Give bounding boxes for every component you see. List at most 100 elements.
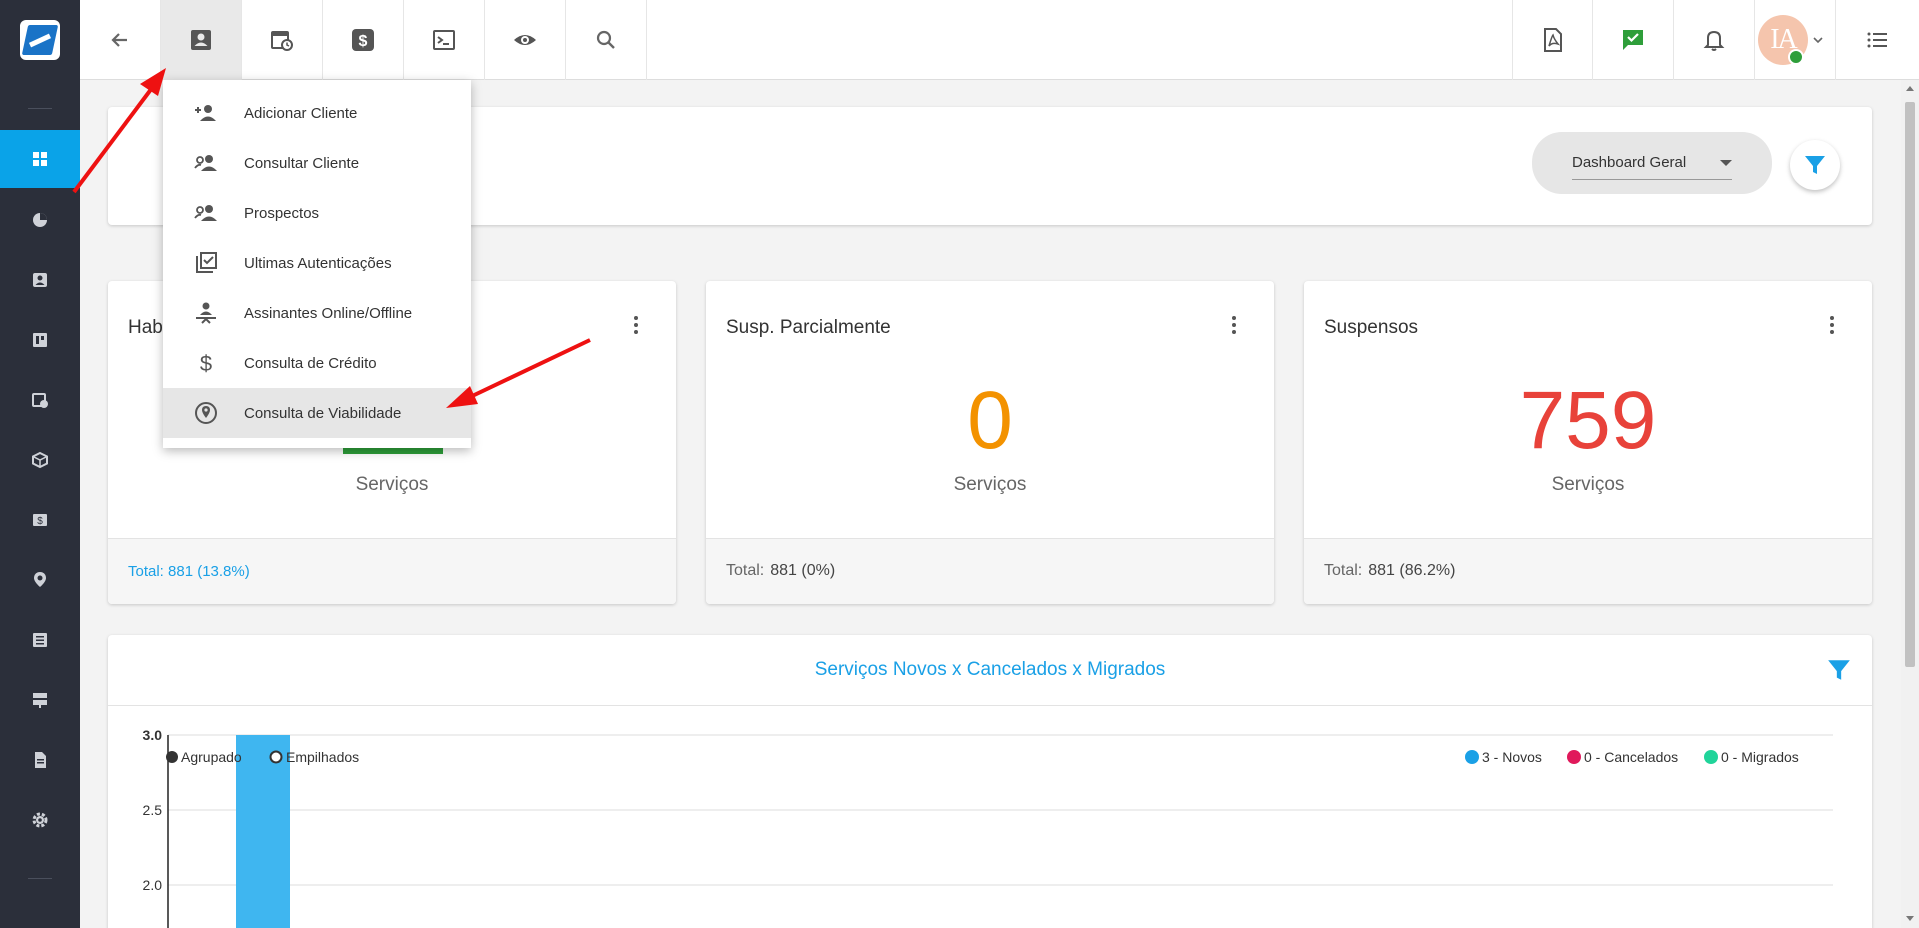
menu-item-prospectos[interactable]: Prospectos <box>163 188 471 238</box>
chat-check-icon <box>1623 30 1643 50</box>
people-icon <box>194 205 217 221</box>
chat-button[interactable] <box>1593 0 1674 80</box>
stat-unit: Serviços <box>1551 474 1625 495</box>
more-vert-icon[interactable] <box>1232 315 1236 335</box>
people-search-icon <box>194 155 217 171</box>
radio-empilhados[interactable] <box>269 750 283 764</box>
stat-card-susp-parcialmente: Susp. Parcialmente 0 Serviços Total: 881 … <box>706 281 1274 604</box>
menu-list-icon <box>1867 32 1887 48</box>
menu-item-consulta-de-viabilidade[interactable]: Consulta de Viabilidade <box>163 388 471 438</box>
legend-marker[interactable] <box>1567 750 1581 764</box>
search-button[interactable] <box>566 0 647 80</box>
radio-label-agrupado: Agrupado <box>181 749 242 765</box>
terminal-button[interactable] <box>404 0 485 80</box>
sidebar-item-documents[interactable] <box>0 731 80 789</box>
svg-text:$: $ <box>37 516 43 527</box>
app-logo[interactable] <box>20 20 60 60</box>
checklist-icon <box>196 252 217 273</box>
top-toolbar: $ IA <box>80 0 1919 80</box>
back-button[interactable] <box>80 0 161 80</box>
dashboard-select-value: Dashboard Geral <box>1572 154 1687 171</box>
dashboard-select[interactable]: Dashboard Geral <box>1532 132 1772 194</box>
menu-item-label: Consultar Cliente <box>244 154 360 172</box>
contact-icon <box>33 273 47 287</box>
sidebar-item-schedule[interactable] <box>0 371 80 429</box>
view-button[interactable] <box>485 0 566 80</box>
stat-unit: Serviços <box>953 474 1027 495</box>
chart-title: Serviços Novos x Cancelados x Migrados <box>814 659 1166 680</box>
radio-label-empilhados: Empilhados <box>286 749 359 765</box>
online-status-badge <box>1788 49 1804 65</box>
notifications-button[interactable] <box>1674 0 1755 80</box>
clients-menu-button[interactable] <box>161 0 242 80</box>
sidebar-item-finance[interactable]: $ <box>0 491 80 549</box>
scrollbar-thumb[interactable] <box>1905 102 1915 667</box>
page-scrollbar[interactable] <box>1901 80 1919 928</box>
back-arrow-icon <box>111 33 127 47</box>
terminal-icon <box>433 30 455 50</box>
dashboard-filter-button[interactable] <box>1790 140 1840 190</box>
pie-chart-icon <box>33 213 47 227</box>
menu-item-label: Consulta de Crédito <box>244 354 377 372</box>
menu-item-adicionar-cliente[interactable]: Adicionar Cliente <box>163 88 471 138</box>
dollar-icon: $ <box>352 29 374 51</box>
pdf-button[interactable] <box>1512 0 1593 80</box>
scroll-up-arrow[interactable] <box>1906 86 1914 91</box>
side-list-button[interactable] <box>1836 0 1917 80</box>
legend-marker[interactable] <box>1704 750 1718 764</box>
dollar-icon: $ <box>200 351 212 376</box>
more-vert-icon[interactable] <box>1830 315 1834 335</box>
stat-footer: Total: 881 (13.8%) <box>108 538 676 604</box>
stat-footer-value: 881 (0%) <box>770 562 836 579</box>
menu-item-label: Assinantes Online/Offline <box>244 304 413 322</box>
person-online-icon <box>196 302 216 324</box>
filter-icon <box>1805 156 1825 174</box>
schedule-button[interactable] <box>242 0 323 80</box>
stat-footer-link[interactable]: Total: 881 (13.8%) <box>128 563 250 580</box>
stat-footer: Total: 881 (86.2%) <box>1304 538 1872 604</box>
stat-footer-text: Total: 881 (0%) <box>726 562 835 580</box>
menu-item-consultar-cliente[interactable]: Consultar Cliente <box>163 138 471 188</box>
sidebar-item-servers[interactable] <box>0 671 80 729</box>
dashboard-icon <box>33 152 47 166</box>
sidebar-item-board[interactable] <box>0 311 80 369</box>
radio-agrupado[interactable] <box>166 751 178 763</box>
menu-item-label: Consulta de Viabilidade <box>244 404 402 422</box>
legend-label[interactable]: 0 - Cancelados <box>1584 749 1678 765</box>
menu-item-consulta-de-credito[interactable]: $ Consulta de Crédito <box>163 338 471 388</box>
list-icon <box>33 633 47 647</box>
legend-label[interactable]: 3 - Novos <box>1482 749 1542 765</box>
stat-footer-text: Total: 881 (86.2%) <box>1324 562 1455 580</box>
bell-icon <box>1703 30 1725 51</box>
sidebar-divider <box>28 108 52 109</box>
legend-label[interactable]: 0 - Migrados <box>1721 749 1799 765</box>
chevron-down-icon <box>1813 37 1823 44</box>
sidebar-item-settings[interactable] <box>0 791 80 849</box>
chart-y-tick-label: 3.0 <box>143 727 163 743</box>
sidebar-item-lists[interactable] <box>0 611 80 669</box>
stat-card-suspensos: Suspensos 759 Serviços Total: 881 (86.2%) <box>1304 281 1872 604</box>
stat-title: Susp. Parcialmente <box>726 317 891 338</box>
user-menu-button[interactable]: IA <box>1755 0 1836 80</box>
eye-icon <box>514 35 536 45</box>
sidebar-item-inventory[interactable] <box>0 431 80 489</box>
chart-y-tick-label: 2.5 <box>143 802 163 818</box>
menu-item-assinantes-online-offline[interactable]: Assinantes Online/Offline <box>163 288 471 338</box>
scroll-down-arrow[interactable] <box>1906 916 1914 921</box>
more-vert-icon[interactable] <box>634 315 638 335</box>
sidebar-item-dashboard[interactable] <box>0 130 80 188</box>
sidebar-item-reports[interactable] <box>0 191 80 249</box>
legend-marker[interactable] <box>1465 750 1479 764</box>
finance-button[interactable]: $ <box>323 0 404 80</box>
stat-footer-label: Total: <box>726 562 765 579</box>
stat-footer: Total: 881 (0%) <box>706 538 1274 604</box>
menu-item-ultimas-autenticacoes[interactable]: Ultimas Autenticações <box>163 238 471 288</box>
filter-icon[interactable] <box>1826 657 1852 683</box>
location-pin-icon <box>195 402 217 424</box>
menu-item-label: Ultimas Autenticações <box>244 254 392 272</box>
person-add-icon <box>195 105 216 121</box>
sidebar-item-maps[interactable] <box>0 551 80 609</box>
board-icon <box>33 333 47 347</box>
services-chart: 3.0 2.5 2.0 Agrupado Empilhados 3 - Novos 0 - … <box>143 727 1833 928</box>
sidebar-item-clients[interactable] <box>0 251 80 309</box>
